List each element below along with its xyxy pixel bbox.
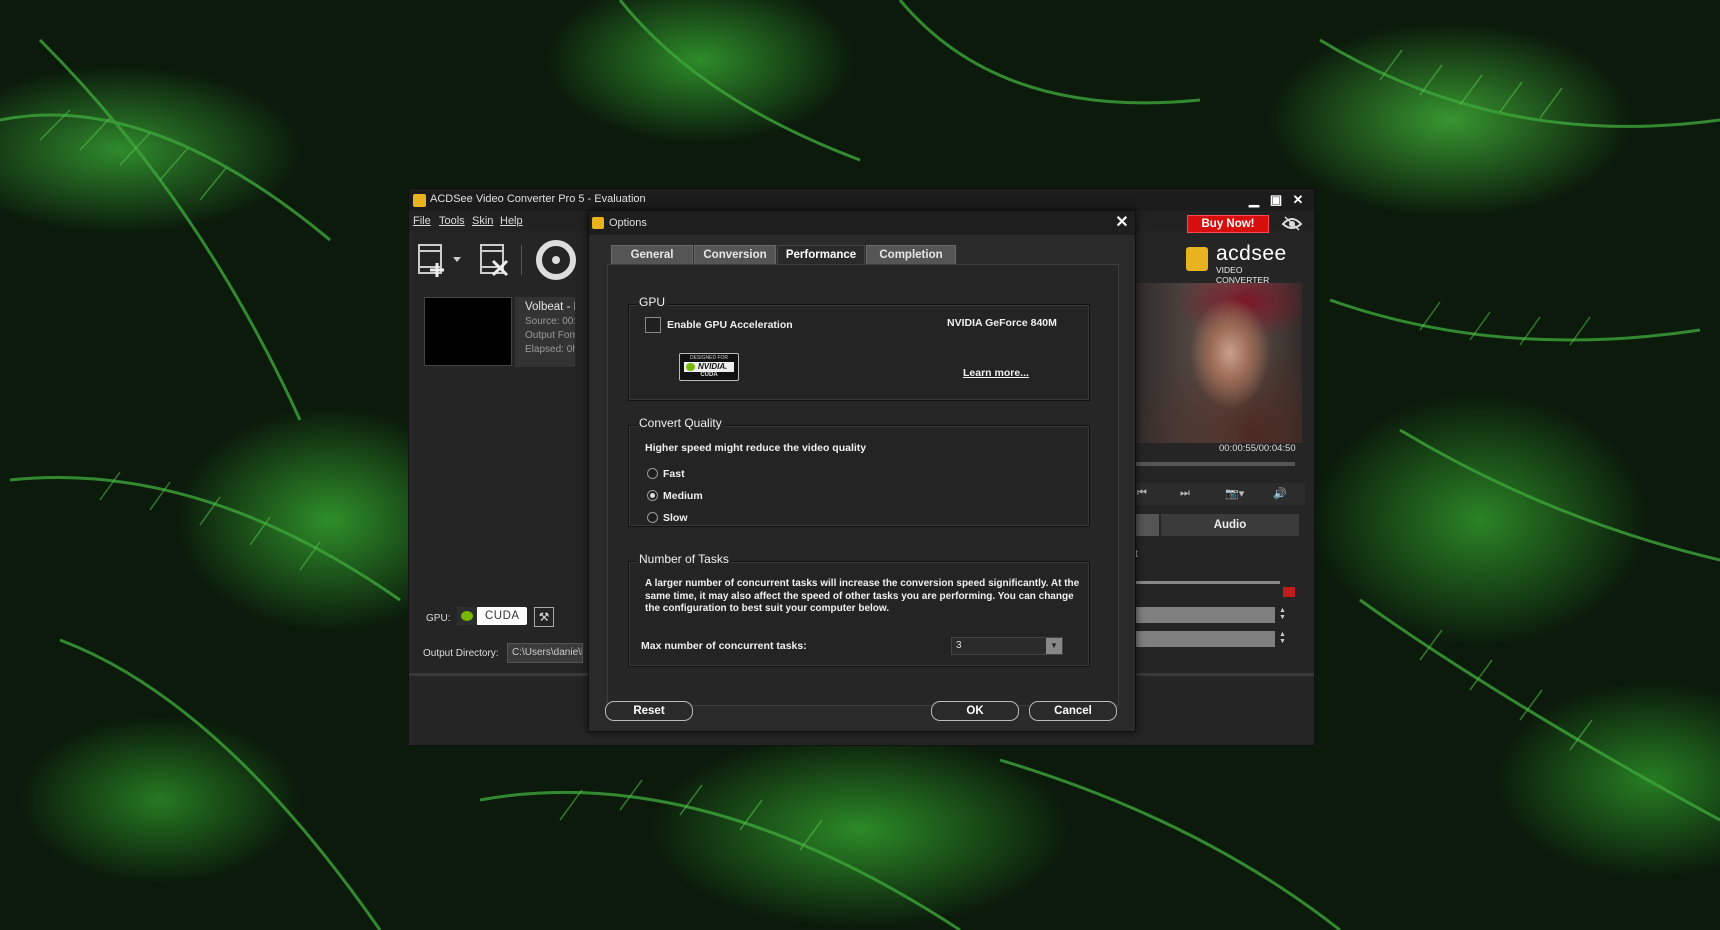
nvidia-wordmark: NVIDIA. <box>684 362 734 372</box>
dialog-logo-icon <box>592 217 604 229</box>
menu-tools[interactable]: Tools <box>439 215 465 227</box>
tab-completion[interactable]: Completion <box>866 245 956 264</box>
close-button[interactable]: ✕ <box>1289 191 1307 209</box>
tab-conversion[interactable]: Conversion <box>694 245 776 264</box>
next-frame-icon[interactable]: ⏭ <box>1180 487 1190 500</box>
reset-button[interactable]: Reset <box>605 701 693 721</box>
ok-button[interactable]: OK <box>931 701 1019 721</box>
file-elapsed: Elapsed: 0h 0n <box>525 344 575 355</box>
dialog-title-bar: Options ✕ <box>589 211 1135 235</box>
buy-now-button[interactable]: Buy Now! <box>1187 215 1269 233</box>
maximize-button[interactable]: ▣ <box>1267 191 1285 209</box>
number-of-tasks-group: Number of Tasks A larger number of concu… <box>628 552 1090 667</box>
performance-panel: GPU Enable GPU Acceleration NVIDIA GeFor… <box>607 264 1119 706</box>
video-preview[interactable] <box>1135 283 1302 443</box>
learn-more-link[interactable]: Learn more... <box>963 367 1029 379</box>
gpu-settings-icon[interactable]: ⚒ <box>534 607 554 627</box>
file-list-item[interactable]: Volbeat - Lol Source: 00:04: Output Form… <box>515 297 575 367</box>
video-thumbnail[interactable] <box>424 297 512 366</box>
acdsee-brand-logo: acdsee VIDEO CONVERTER <box>1186 242 1296 285</box>
volume-icon[interactable]: 🔊 <box>1273 487 1287 500</box>
radio-medium-label: Medium <box>663 490 703 502</box>
radio-slow-label: Slow <box>663 512 688 524</box>
cuda-badge[interactable]: CUDA <box>457 607 527 625</box>
enable-gpu-label: Enable GPU Acceleration <box>667 319 793 331</box>
gpu-label: GPU: <box>426 613 451 624</box>
setting-field-1[interactable] <box>1135 607 1275 623</box>
seek-bar[interactable] <box>1135 462 1295 466</box>
dialog-title: Options <box>609 217 647 229</box>
enable-gpu-checkbox[interactable] <box>645 317 661 333</box>
radio-slow[interactable] <box>647 512 658 523</box>
cancel-button[interactable]: Cancel <box>1029 701 1117 721</box>
radio-fast-label: Fast <box>663 468 685 480</box>
logo-top-text: DESIGNED FOR <box>689 355 729 361</box>
minimize-button[interactable]: ▁ <box>1245 191 1263 209</box>
gpu-legend: GPU <box>637 295 668 309</box>
gpu-group: GPU Enable GPU Acceleration NVIDIA GeFor… <box>628 295 1090 401</box>
max-tasks-value: 3 <box>956 640 962 651</box>
radio-fast[interactable] <box>647 468 658 479</box>
tasks-description: A larger number of concurrent tasks will… <box>645 578 1080 614</box>
spinner-2[interactable]: ▲ ▼ <box>1279 631 1289 645</box>
max-tasks-select[interactable]: 3 ▼ <box>951 637 1063 655</box>
setting-field-2[interactable] <box>1135 631 1275 647</box>
nvidia-eye-icon <box>457 607 477 625</box>
dialog-close-icon[interactable]: ✕ <box>1113 213 1131 233</box>
chevron-down-icon[interactable]: ▼ <box>1046 638 1062 654</box>
logo-cuda-text: CUDA <box>700 372 718 378</box>
quality-note: Higher speed might reduce the video qual… <box>645 442 867 454</box>
output-directory-label: Output Directory: <box>423 648 499 659</box>
slider-marker[interactable] <box>1283 587 1295 597</box>
playback-controls: ⏮ ⏭ 📷▾ 🔊 <box>1135 483 1305 505</box>
brand-name: acdsee <box>1216 242 1287 265</box>
convert-quality-group: Convert Quality Higher speed might reduc… <box>628 416 1090 527</box>
cuda-label: CUDA <box>485 610 520 622</box>
spinner-1[interactable]: ▲ ▼ <box>1279 607 1289 621</box>
toolbar-divider <box>521 245 522 275</box>
menu-file[interactable]: File <box>413 215 431 227</box>
prev-frame-icon[interactable]: ⏮ <box>1137 487 1147 500</box>
playback-timecode: 00:00:55/00:04:50 <box>1219 443 1296 454</box>
remove-files-icon[interactable] <box>479 239 513 279</box>
eye-icon[interactable] <box>1281 214 1303 232</box>
title-bar: ACDSee Video Converter Pro 5 - Evaluatio… <box>409 189 1314 211</box>
tab-general[interactable]: General <box>611 245 693 264</box>
menu-help[interactable]: Help <box>500 215 523 227</box>
quality-legend: Convert Quality <box>637 416 724 430</box>
window-title: ACDSee Video Converter Pro 5 - Evaluatio… <box>430 193 646 205</box>
file-output-format: Output Format: <box>525 330 575 341</box>
tab-video[interactable] <box>1135 514 1159 536</box>
burn-disc-icon[interactable] <box>535 239 577 281</box>
tab-audio[interactable]: Audio <box>1161 514 1299 536</box>
radio-medium[interactable] <box>647 490 658 501</box>
options-dialog: Options ✕ General Conversion Performance… <box>588 210 1136 732</box>
brand-subtitle: VIDEO CONVERTER <box>1216 265 1270 285</box>
add-files-icon[interactable] <box>417 239 463 279</box>
tab-performance[interactable]: Performance <box>777 245 865 265</box>
gpu-device-name: NVIDIA GeForce 840M <box>947 317 1057 329</box>
menu-skin[interactable]: Skin <box>472 215 493 227</box>
tasks-legend: Number of Tasks <box>637 552 731 566</box>
snapshot-camera-icon[interactable]: 📷▾ <box>1225 487 1244 500</box>
volume-slider[interactable] <box>1135 581 1280 584</box>
output-directory-field[interactable]: C:\Users\danie\D <box>507 643 583 663</box>
file-source: Source: 00:04: <box>525 316 575 327</box>
nvidia-cuda-logo: DESIGNED FOR NVIDIA. CUDA <box>679 353 739 381</box>
file-name: Volbeat - Lol <box>525 301 575 313</box>
max-tasks-label: Max number of concurrent tasks: <box>641 640 807 652</box>
brand-icon <box>1186 247 1208 271</box>
app-logo-icon <box>413 194 426 207</box>
